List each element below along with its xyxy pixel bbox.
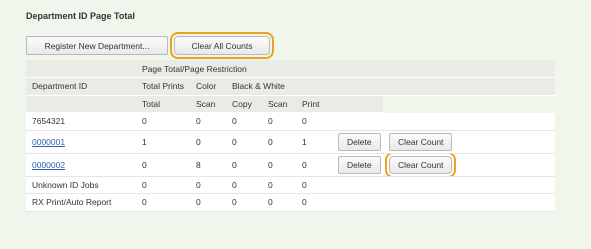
header-black-white: Black & White bbox=[226, 77, 333, 96]
header-page-total-restriction: Page Total/Page Restriction bbox=[136, 60, 333, 78]
scan-cell: 0 bbox=[262, 130, 296, 154]
total-cell: 0 bbox=[136, 153, 190, 177]
table-row: RX Print/Auto Report 0 0 0 0 0 bbox=[26, 193, 556, 212]
copy-cell: 0 bbox=[226, 153, 262, 177]
scan-cell: 0 bbox=[262, 153, 296, 177]
department-id-page-total-panel: Department ID Page Total Register New De… bbox=[0, 0, 591, 249]
table-header-row: Total Scan Copy Scan Print bbox=[26, 95, 555, 113]
table-row: Unknown ID Jobs 0 0 0 0 0 bbox=[26, 176, 556, 194]
header-scan: Scan bbox=[190, 95, 226, 113]
scan-cell: 0 bbox=[262, 193, 296, 212]
clear-count-button[interactable]: Clear Count bbox=[385, 153, 457, 175]
clear-all-counts-button[interactable]: Clear All Counts bbox=[170, 32, 274, 59]
table-header-row: Department ID Total Prints Color Black &… bbox=[26, 77, 556, 96]
header-color: Color bbox=[190, 77, 226, 96]
copy-cell: 0 bbox=[226, 112, 262, 131]
print-cell: 0 bbox=[296, 112, 333, 131]
total-cell: 1 bbox=[136, 130, 190, 154]
department-id-cell: RX Print/Auto Report bbox=[26, 193, 136, 212]
print-cell: 0 bbox=[296, 176, 333, 194]
panel-title: Department ID Page Total bbox=[26, 11, 135, 21]
header-print: Print bbox=[296, 95, 333, 113]
header-scan-bw: Scan bbox=[262, 95, 296, 113]
total-cell: 0 bbox=[136, 193, 190, 212]
copy-cell: 0 bbox=[226, 130, 262, 154]
department-id-cell: 7654321 bbox=[26, 112, 136, 131]
register-new-department-button[interactable]: Register New Department... bbox=[26, 36, 168, 55]
table-row: 7654321 0 0 0 0 0 bbox=[26, 112, 556, 131]
header-department-id: Department ID bbox=[26, 77, 136, 96]
copy-cell: 0 bbox=[226, 176, 262, 194]
color-scan-cell: 0 bbox=[190, 176, 226, 194]
delete-button[interactable]: Delete bbox=[338, 155, 381, 174]
department-id-link[interactable]: 0000001 bbox=[32, 137, 65, 147]
total-cell: 0 bbox=[136, 112, 190, 131]
scan-cell: 0 bbox=[262, 112, 296, 131]
table-header-row: Page Total/Page Restriction bbox=[26, 60, 556, 78]
header-total: Total bbox=[136, 95, 190, 113]
header-copy: Copy bbox=[226, 95, 262, 113]
table-row: 0000002 0 8 0 0 0 Delete Clear Count bbox=[26, 153, 556, 177]
delete-button[interactable]: Delete bbox=[338, 132, 381, 151]
header-total-prints: Total Prints bbox=[136, 77, 190, 96]
copy-cell: 0 bbox=[226, 193, 262, 212]
print-cell: 1 bbox=[296, 130, 333, 154]
print-cell: 0 bbox=[296, 153, 333, 177]
clear-count-button[interactable]: Clear Count bbox=[389, 132, 453, 151]
color-scan-cell: 0 bbox=[190, 130, 226, 154]
color-scan-cell: 0 bbox=[190, 193, 226, 212]
color-scan-cell: 0 bbox=[190, 112, 226, 131]
department-table: Page Total/Page Restriction Department I… bbox=[26, 60, 556, 212]
scan-cell: 0 bbox=[262, 176, 296, 194]
print-cell: 0 bbox=[296, 193, 333, 212]
department-id-link[interactable]: 0000002 bbox=[32, 160, 65, 170]
table-row: 0000001 1 0 0 0 1 Delete Clear Count bbox=[26, 130, 556, 154]
color-scan-cell: 8 bbox=[190, 153, 226, 177]
total-cell: 0 bbox=[136, 176, 190, 194]
department-id-cell: Unknown ID Jobs bbox=[26, 176, 136, 194]
